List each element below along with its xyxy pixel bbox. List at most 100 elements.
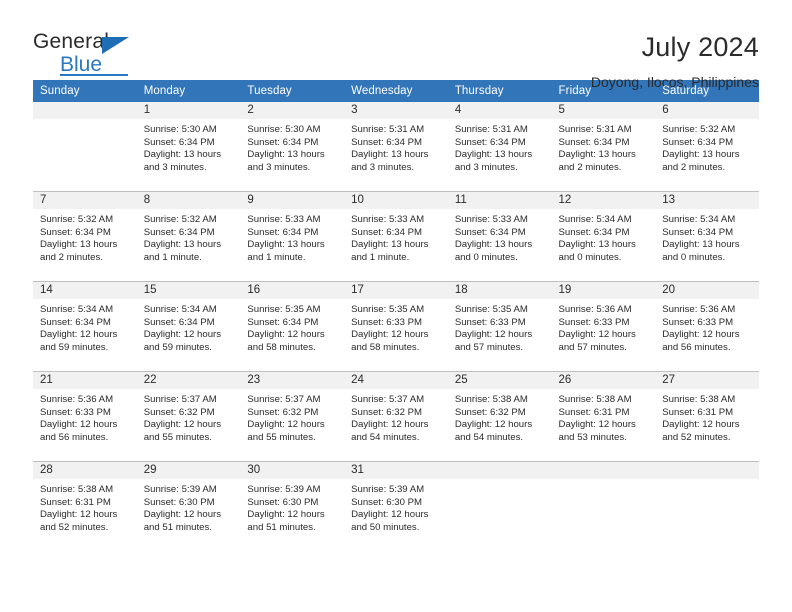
day-number: 30 — [240, 462, 345, 479]
sunrise-text: Sunrise: 5:34 AM — [558, 214, 632, 225]
sunset-text: Sunset: 6:33 PM — [40, 406, 111, 418]
calendar-table: Sunday Monday Tuesday Wednesday Thursday… — [33, 80, 759, 551]
calendar-day-cell[interactable]: 8 Sunrise: 5:32 AM Sunset: 6:34 PM Daylight… — [136, 191, 241, 282]
day-number: 10 — [344, 192, 448, 209]
calendar-day-cell[interactable]: 28 Sunrise: 5:38 AM Sunset: 6:31 PM Dayligh… — [33, 461, 137, 551]
sunrise-text: Sunrise: 5:36 AM — [662, 304, 736, 315]
day-number: 19 — [551, 282, 656, 299]
day-number — [655, 462, 759, 479]
calendar-day-cell[interactable]: 21 Sunrise: 5:36 AM Sunset: 6:33 PM Dayligh… — [33, 371, 137, 462]
sunset-text: Sunset: 6:34 PM — [662, 226, 734, 238]
day-number: 5 — [551, 102, 656, 119]
day-cell-inner: 1 Sunrise: 5:30 AM Sunset: 6:34 PM Daylight… — [136, 102, 241, 191]
sunset-text: Sunset: 6:32 PM — [143, 406, 215, 418]
calendar-day-cell[interactable]: 17 Sunrise: 5:35 AM Sunset: 6:33 PM Dayligh… — [344, 281, 448, 372]
daylight-text-line2: and 52 minutes. — [40, 521, 109, 533]
calendar-day-cell[interactable]: 1 Sunrise: 5:30 AM Sunset: 6:34 PM Daylight… — [136, 102, 241, 192]
calendar-day-cell[interactable]: 9 Sunrise: 5:33 AM Sunset: 6:34 PM Daylight… — [240, 191, 345, 282]
page-title: July 2024 — [641, 32, 759, 62]
calendar-day-cell[interactable]: 29 Sunrise: 5:39 AM Sunset: 6:30 PM Dayligh… — [136, 461, 241, 551]
day-details: Sunrise: 5:36 AM Sunset: 6:33 PM Daylight:… — [655, 299, 759, 354]
calendar-day-cell[interactable]: 30 Sunrise: 5:39 AM Sunset: 6:30 PM Dayligh… — [240, 461, 345, 551]
calendar-day-cell[interactable]: 20 Sunrise: 5:36 AM Sunset: 6:33 PM Dayligh… — [655, 281, 759, 372]
daylight-text-line2: and 54 minutes. — [454, 431, 524, 443]
daylight-text-line2: and 53 minutes. — [558, 431, 627, 443]
daylight-text-line1: Daylight: 12 hours — [40, 329, 118, 341]
calendar-day-cell[interactable]: 26 Sunrise: 5:38 AM Sunset: 6:31 PM Dayligh… — [551, 371, 656, 462]
daylight-text-line1: Daylight: 13 hours — [558, 239, 636, 251]
day-details: Sunrise: 5:38 AM Sunset: 6:32 PM Daylight:… — [448, 389, 552, 444]
weekday-header-sunday: Sunday — [33, 80, 137, 102]
sunrise-text: Sunrise: 5:36 AM — [558, 304, 632, 315]
sunrise-text: Sunrise: 5:34 AM — [40, 304, 114, 315]
calendar-day-cell[interactable]: 15 Sunrise: 5:34 AM Sunset: 6:34 PM Dayligh… — [136, 281, 241, 372]
calendar-day-cell[interactable]: 10 Sunrise: 5:33 AM Sunset: 6:34 PM Dayligh… — [344, 191, 448, 282]
daylight-text-line1: Daylight: 12 hours — [143, 329, 222, 341]
calendar-day-cell[interactable]: 7 Sunrise: 5:32 AM Sunset: 6:34 PM Daylight… — [33, 191, 137, 282]
sunset-text: Sunset: 6:30 PM — [143, 496, 215, 508]
daylight-text-line2: and 2 minutes. — [558, 161, 622, 173]
daylight-text-line1: Daylight: 13 hours — [351, 149, 429, 161]
calendar-day-cell[interactable]: 24 Sunrise: 5:37 AM Sunset: 6:32 PM Dayligh… — [344, 371, 448, 462]
sunset-text: Sunset: 6:34 PM — [40, 316, 111, 328]
sunrise-text: Sunrise: 5:30 AM — [247, 124, 321, 135]
calendar-day-cell[interactable]: 3 Sunrise: 5:31 AM Sunset: 6:34 PM Daylight… — [344, 102, 448, 192]
daylight-text-line1: Daylight: 12 hours — [351, 329, 429, 341]
day-number: 15 — [136, 282, 241, 299]
daylight-text-line1: Daylight: 13 hours — [40, 239, 118, 251]
daylight-text-line1: Daylight: 12 hours — [558, 419, 636, 431]
calendar-day-cell[interactable]: 13 Sunrise: 5:34 AM Sunset: 6:34 PM Dayligh… — [655, 191, 759, 282]
calendar-day-cell[interactable]: 23 Sunrise: 5:37 AM Sunset: 6:32 PM Dayligh… — [240, 371, 345, 462]
calendar-day-cell[interactable]: 14 Sunrise: 5:34 AM Sunset: 6:34 PM Dayligh… — [33, 281, 137, 372]
sunrise-text: Sunrise: 5:31 AM — [351, 124, 425, 135]
daylight-text-line2: and 56 minutes. — [662, 341, 731, 353]
daylight-text-line2: and 56 minutes. — [40, 431, 109, 443]
brand-logo[interactable]: General Blue — [33, 31, 153, 77]
daylight-text-line1: Daylight: 12 hours — [40, 419, 118, 431]
day-number: 23 — [240, 372, 345, 389]
day-cell-inner: 13 Sunrise: 5:34 AM Sunset: 6:34 PM Dayligh… — [655, 192, 759, 281]
calendar-day-cell[interactable]: 16 Sunrise: 5:35 AM Sunset: 6:34 PM Dayligh… — [240, 281, 345, 372]
sunrise-text: Sunrise: 5:38 AM — [558, 394, 632, 405]
calendar-day-cell-empty — [551, 461, 656, 551]
day-details: Sunrise: 5:31 AM Sunset: 6:34 PM Daylight:… — [552, 119, 656, 174]
calendar-day-cell[interactable]: 6 Sunrise: 5:32 AM Sunset: 6:34 PM Daylight… — [655, 102, 759, 192]
sunset-text: Sunset: 6:34 PM — [143, 316, 215, 328]
day-details: Sunrise: 5:34 AM Sunset: 6:34 PM Daylight:… — [552, 209, 656, 264]
day-details: Sunrise: 5:37 AM Sunset: 6:32 PM Daylight:… — [137, 389, 241, 444]
sunset-text: Sunset: 6:33 PM — [351, 316, 423, 328]
calendar-day-cell[interactable]: 25 Sunrise: 5:38 AM Sunset: 6:32 PM Dayligh… — [447, 371, 552, 462]
day-cell-inner: 11 Sunrise: 5:33 AM Sunset: 6:34 PM Dayligh… — [447, 192, 552, 281]
calendar-day-cell[interactable]: 27 Sunrise: 5:38 AM Sunset: 6:31 PM Dayligh… — [655, 371, 759, 462]
day-details: Sunrise: 5:39 AM Sunset: 6:30 PM Daylight:… — [344, 479, 448, 534]
calendar-day-cell[interactable]: 11 Sunrise: 5:33 AM Sunset: 6:34 PM Dayligh… — [447, 191, 552, 282]
day-number — [551, 462, 656, 479]
day-details: Sunrise: 5:34 AM Sunset: 6:34 PM Daylight:… — [33, 299, 137, 354]
day-details: Sunrise: 5:37 AM Sunset: 6:32 PM Daylight:… — [240, 389, 344, 444]
day-number: 11 — [447, 192, 552, 209]
sunset-text: Sunset: 6:33 PM — [662, 316, 734, 328]
day-cell-inner: 28 Sunrise: 5:38 AM Sunset: 6:31 PM Dayligh… — [33, 462, 137, 551]
calendar-day-cell[interactable]: 12 Sunrise: 5:34 AM Sunset: 6:34 PM Dayligh… — [551, 191, 656, 282]
day-details: Sunrise: 5:35 AM Sunset: 6:33 PM Daylight:… — [344, 299, 448, 354]
daylight-text-line2: and 50 minutes. — [351, 521, 420, 533]
sunset-text: Sunset: 6:34 PM — [558, 136, 630, 148]
daylight-text-line1: Daylight: 12 hours — [247, 329, 325, 341]
day-cell-inner: 3 Sunrise: 5:31 AM Sunset: 6:34 PM Daylight… — [344, 102, 448, 191]
sunrise-text: Sunrise: 5:36 AM — [40, 394, 114, 405]
day-details: Sunrise: 5:39 AM Sunset: 6:30 PM Daylight:… — [240, 479, 344, 534]
day-cell-inner: 27 Sunrise: 5:38 AM Sunset: 6:31 PM Dayligh… — [655, 372, 759, 461]
calendar-day-cell[interactable]: 4 Sunrise: 5:31 AM Sunset: 6:34 PM Daylight… — [447, 102, 552, 192]
day-details: Sunrise: 5:35 AM Sunset: 6:34 PM Daylight:… — [240, 299, 344, 354]
calendar-day-cell[interactable]: 31 Sunrise: 5:39 AM Sunset: 6:30 PM Dayligh… — [344, 461, 448, 551]
calendar-day-cell[interactable]: 18 Sunrise: 5:35 AM Sunset: 6:33 PM Dayligh… — [447, 281, 552, 372]
calendar-day-cell[interactable]: 2 Sunrise: 5:30 AM Sunset: 6:34 PM Daylight… — [240, 102, 345, 192]
calendar-day-cell[interactable]: 22 Sunrise: 5:37 AM Sunset: 6:32 PM Dayligh… — [136, 371, 241, 462]
sunrise-text: Sunrise: 5:33 AM — [351, 214, 425, 225]
daylight-text-line2: and 58 minutes. — [351, 341, 420, 353]
calendar-day-cell[interactable]: 5 Sunrise: 5:31 AM Sunset: 6:34 PM Daylight… — [551, 102, 656, 192]
calendar-day-cell[interactable]: 19 Sunrise: 5:36 AM Sunset: 6:33 PM Dayligh… — [551, 281, 656, 372]
sunrise-text: Sunrise: 5:38 AM — [662, 394, 736, 405]
day-details: Sunrise: 5:33 AM Sunset: 6:34 PM Daylight:… — [448, 209, 552, 264]
daylight-text-line1: Daylight: 13 hours — [662, 149, 740, 161]
